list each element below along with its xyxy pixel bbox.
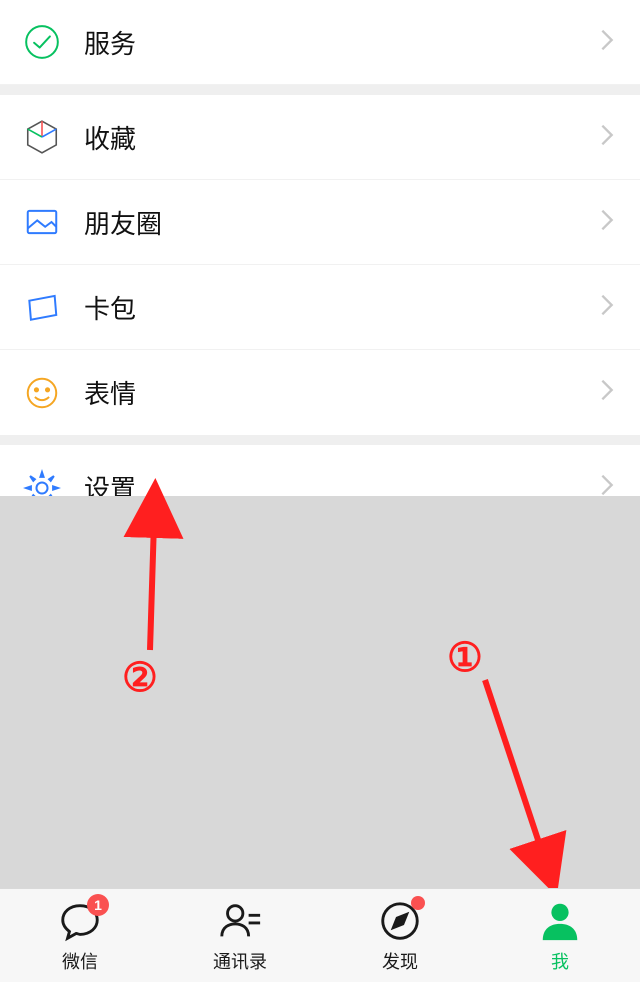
- section-divider: [0, 435, 640, 445]
- cell-favorites[interactable]: 收藏: [0, 95, 640, 180]
- tab-label: 通讯录: [213, 948, 267, 974]
- cell-services[interactable]: 服务: [0, 0, 640, 85]
- tab-label: 微信: [62, 948, 98, 974]
- cell-label: 表情: [84, 374, 600, 411]
- tab-discover[interactable]: 发现: [320, 889, 480, 982]
- chevron-right-icon: [600, 208, 618, 237]
- badge-count: 1: [87, 894, 109, 916]
- service-icon: [22, 22, 62, 62]
- tab-label: 发现: [382, 948, 418, 974]
- image-icon: [22, 202, 62, 242]
- tab-contacts[interactable]: 通讯录: [160, 889, 320, 982]
- chevron-right-icon: [600, 28, 618, 57]
- annotation-callout-2: ②: [122, 655, 158, 701]
- tab-bar: 1 微信 通讯录 发现 我: [0, 888, 640, 982]
- contacts-icon: [217, 898, 263, 944]
- chevron-right-icon: [600, 378, 618, 407]
- smile-icon: [22, 373, 62, 413]
- tab-me[interactable]: 我: [480, 889, 640, 982]
- empty-area: [0, 496, 640, 888]
- chat-bubble-icon: 1: [57, 898, 103, 944]
- tab-chats[interactable]: 1 微信: [0, 889, 160, 982]
- section-divider: [0, 85, 640, 95]
- badge-dot: [411, 896, 425, 910]
- cell-cards[interactable]: 卡包: [0, 265, 640, 350]
- person-icon: [537, 898, 583, 944]
- cell-stickers[interactable]: 表情: [0, 350, 640, 435]
- tab-label: 我: [551, 948, 569, 974]
- cell-label: 卡包: [84, 289, 600, 326]
- cell-label: 服务: [84, 24, 600, 61]
- cell-moments[interactable]: 朋友圈: [0, 180, 640, 265]
- cell-label: 收藏: [84, 119, 600, 156]
- annotation-callout-1: ①: [447, 635, 483, 681]
- compass-icon: [377, 898, 423, 944]
- wallet-icon: [22, 287, 62, 327]
- cube-icon: [22, 117, 62, 157]
- chevron-right-icon: [600, 293, 618, 322]
- chevron-right-icon: [600, 123, 618, 152]
- cell-label: 朋友圈: [84, 204, 600, 241]
